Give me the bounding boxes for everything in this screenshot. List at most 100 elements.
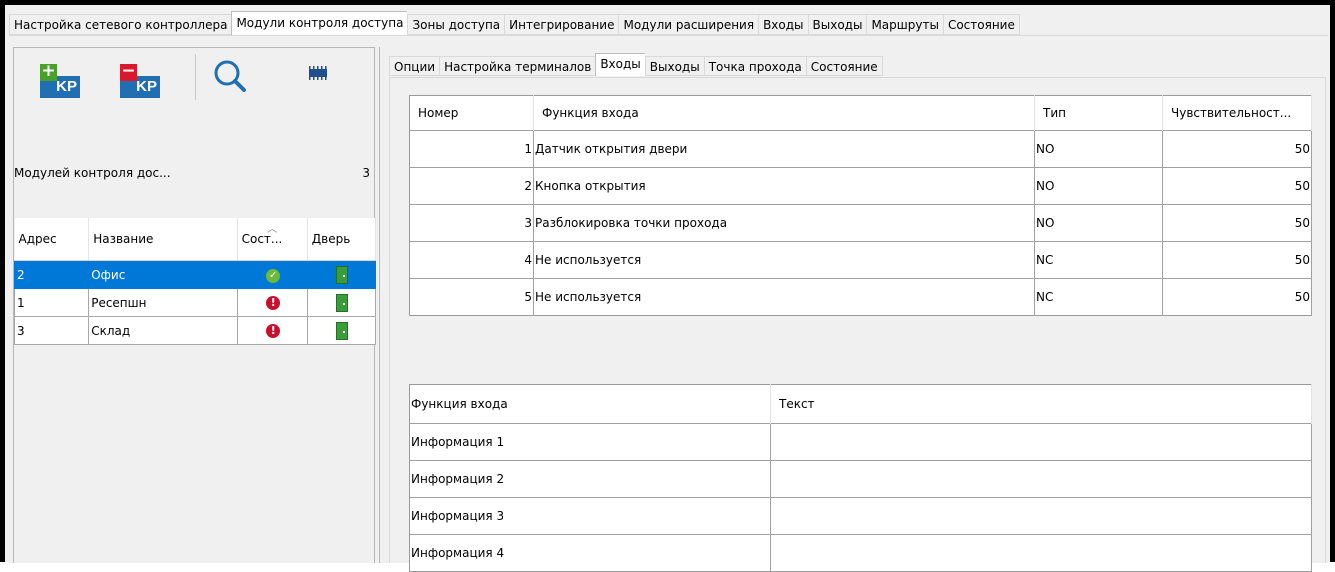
- modules-count-label: Модулей контроля дос...: [14, 166, 171, 180]
- cell-status: !: [236, 288, 308, 317]
- cell-type[interactable]: NC: [1034, 278, 1163, 316]
- minus-icon: −: [120, 61, 137, 81]
- cell-address: 1: [13, 288, 90, 317]
- table-row[interactable]: 3 Склад !: [13, 316, 377, 345]
- cell-sensitivity[interactable]: 50: [1162, 278, 1312, 316]
- tab-network-controller[interactable]: Настройка сетевого контроллера: [9, 14, 232, 35]
- cell-number: 1: [409, 130, 534, 168]
- cell-number: 3: [409, 204, 534, 242]
- cell-function[interactable]: Разблокировка точки прохода: [533, 204, 1035, 242]
- tab-access-modules[interactable]: Модули контроля доступа: [231, 11, 408, 35]
- module-board-button[interactable]: [304, 56, 344, 98]
- cell-info-function: Информация 3: [409, 497, 771, 535]
- window-frame-right: [1330, 0, 1335, 562]
- column-header-type[interactable]: Тип: [1034, 95, 1163, 131]
- cell-function[interactable]: Датчик открытия двери: [533, 130, 1035, 168]
- table-row[interactable]: Информация 1: [409, 423, 1312, 461]
- table-row[interactable]: Информация 4: [409, 534, 1312, 572]
- tab-terminal-settings[interactable]: Настройка терминалов: [439, 56, 596, 76]
- tab-access-point[interactable]: Точка прохода: [703, 56, 806, 76]
- table-row[interactable]: 2 Кнопка открытия NO 50: [409, 167, 1312, 205]
- column-header-info-function[interactable]: Функция входа: [409, 384, 771, 424]
- tab-access-zones[interactable]: Зоны доступа: [407, 14, 505, 35]
- cell-sensitivity[interactable]: 50: [1162, 204, 1312, 242]
- cell-type[interactable]: NO: [1034, 204, 1163, 242]
- cell-name: Офис: [88, 260, 238, 289]
- table-row[interactable]: 4 Не используется NC 50: [409, 241, 1312, 279]
- tab-outputs[interactable]: Выходы: [807, 14, 867, 35]
- cell-status: !: [236, 316, 308, 345]
- cell-sensitivity[interactable]: 50: [1162, 130, 1312, 168]
- inputs-table: Номер Функция входа Тип Чувствительност.…: [409, 95, 1312, 316]
- input-info-table: Функция входа Текст Информация 1 Информа…: [409, 384, 1312, 572]
- tab-inputs[interactable]: Входы: [758, 14, 808, 35]
- cell-type[interactable]: NO: [1034, 167, 1163, 205]
- cell-function[interactable]: Не используется: [533, 241, 1035, 279]
- column-header-name[interactable]: Название: [88, 218, 238, 261]
- modules-toolbar: + KP − KP: [14, 48, 374, 106]
- cell-info-text[interactable]: [770, 497, 1312, 535]
- column-header-door[interactable]: Дверь: [307, 218, 377, 261]
- cell-sensitivity[interactable]: 50: [1162, 241, 1312, 279]
- column-header-text[interactable]: Текст: [770, 384, 1312, 424]
- cell-type[interactable]: NO: [1034, 130, 1163, 168]
- cell-info-function: Информация 2: [409, 460, 771, 498]
- tab-options[interactable]: Опции: [389, 56, 440, 76]
- add-module-button[interactable]: + KP: [40, 56, 80, 98]
- cell-info-text[interactable]: [770, 534, 1312, 572]
- cell-sensitivity[interactable]: 50: [1162, 167, 1312, 205]
- cell-type[interactable]: NC: [1034, 241, 1163, 279]
- door-icon: [336, 265, 349, 284]
- modules-count-value: 3: [362, 166, 370, 180]
- module-tab-bar: Опции Настройка терминалов Входы Выходы …: [389, 53, 883, 78]
- modules-panel: + KP − KP Модулей контроля дос... 3 Адре…: [13, 47, 377, 563]
- tab-expansion-modules[interactable]: Модули расширения: [618, 14, 759, 35]
- column-header-number[interactable]: Номер: [409, 95, 534, 131]
- column-header-input-function[interactable]: Функция входа: [533, 95, 1035, 131]
- cell-name: Ресепшн: [88, 288, 238, 317]
- cell-info-function: Информация 1: [409, 423, 771, 461]
- tab-state[interactable]: Состояние: [942, 14, 1020, 35]
- table-row[interactable]: Информация 2: [409, 460, 1312, 498]
- column-header-status[interactable]: ︿ Сост...: [237, 218, 308, 261]
- cell-number: 5: [409, 278, 534, 316]
- kp-label: KP: [56, 78, 77, 95]
- tab-integration[interactable]: Интегрирование: [504, 14, 619, 35]
- tab-module-outputs[interactable]: Выходы: [644, 56, 704, 76]
- search-button[interactable]: [210, 56, 250, 98]
- module-board-icon: [309, 66, 327, 80]
- status-ok-icon: ✓: [266, 268, 281, 283]
- inputs-tab-content: Номер Функция входа Тип Чувствительност.…: [389, 77, 1326, 572]
- table-row[interactable]: 5 Не используется NC 50: [409, 278, 1312, 316]
- cell-name: Склад: [88, 316, 238, 345]
- table-row[interactable]: 1 Ресепшн !: [13, 288, 377, 317]
- remove-module-button[interactable]: − KP: [120, 56, 160, 98]
- column-header-sensitivity[interactable]: Чувствительност...: [1162, 95, 1312, 131]
- tab-module-state[interactable]: Состояние: [805, 56, 883, 76]
- cell-info-text[interactable]: [770, 423, 1312, 461]
- toolbar-separator: [195, 54, 196, 100]
- sort-ascending-icon: ︿: [267, 224, 278, 235]
- table-row[interactable]: Информация 3: [409, 497, 1312, 535]
- cell-info-text[interactable]: [770, 460, 1312, 498]
- table-row[interactable]: 3 Разблокировка точки прохода NO 50: [409, 204, 1312, 242]
- modules-table: Адрес Название ︿ Сост... Дверь 2 Офис ✓ 1: [13, 218, 377, 345]
- table-row[interactable]: 1 Датчик открытия двери NO 50: [409, 130, 1312, 168]
- cell-info-function: Информация 4: [409, 534, 771, 572]
- main-tab-content: + KP − KP Модулей контроля дос... 3 Адре…: [9, 35, 1328, 572]
- cell-status: ✓: [236, 260, 308, 289]
- tab-module-inputs[interactable]: Входы: [595, 53, 645, 76]
- plus-icon: +: [40, 61, 57, 81]
- tab-routes[interactable]: Маршруты: [866, 14, 943, 35]
- door-icon: [336, 321, 349, 340]
- panel-splitter[interactable]: [379, 47, 383, 563]
- main-tab-bar: Настройка сетевого контроллера Модули ко…: [9, 11, 1020, 36]
- cell-function[interactable]: Кнопка открытия: [533, 167, 1035, 205]
- cell-address: 3: [13, 316, 90, 345]
- status-error-icon: !: [266, 296, 281, 310]
- cell-number: 4: [409, 241, 534, 279]
- column-header-address[interactable]: Адрес: [14, 218, 90, 261]
- table-row[interactable]: 2 Офис ✓: [13, 260, 377, 289]
- cell-number: 2: [409, 167, 534, 205]
- cell-function[interactable]: Не используется: [533, 278, 1035, 316]
